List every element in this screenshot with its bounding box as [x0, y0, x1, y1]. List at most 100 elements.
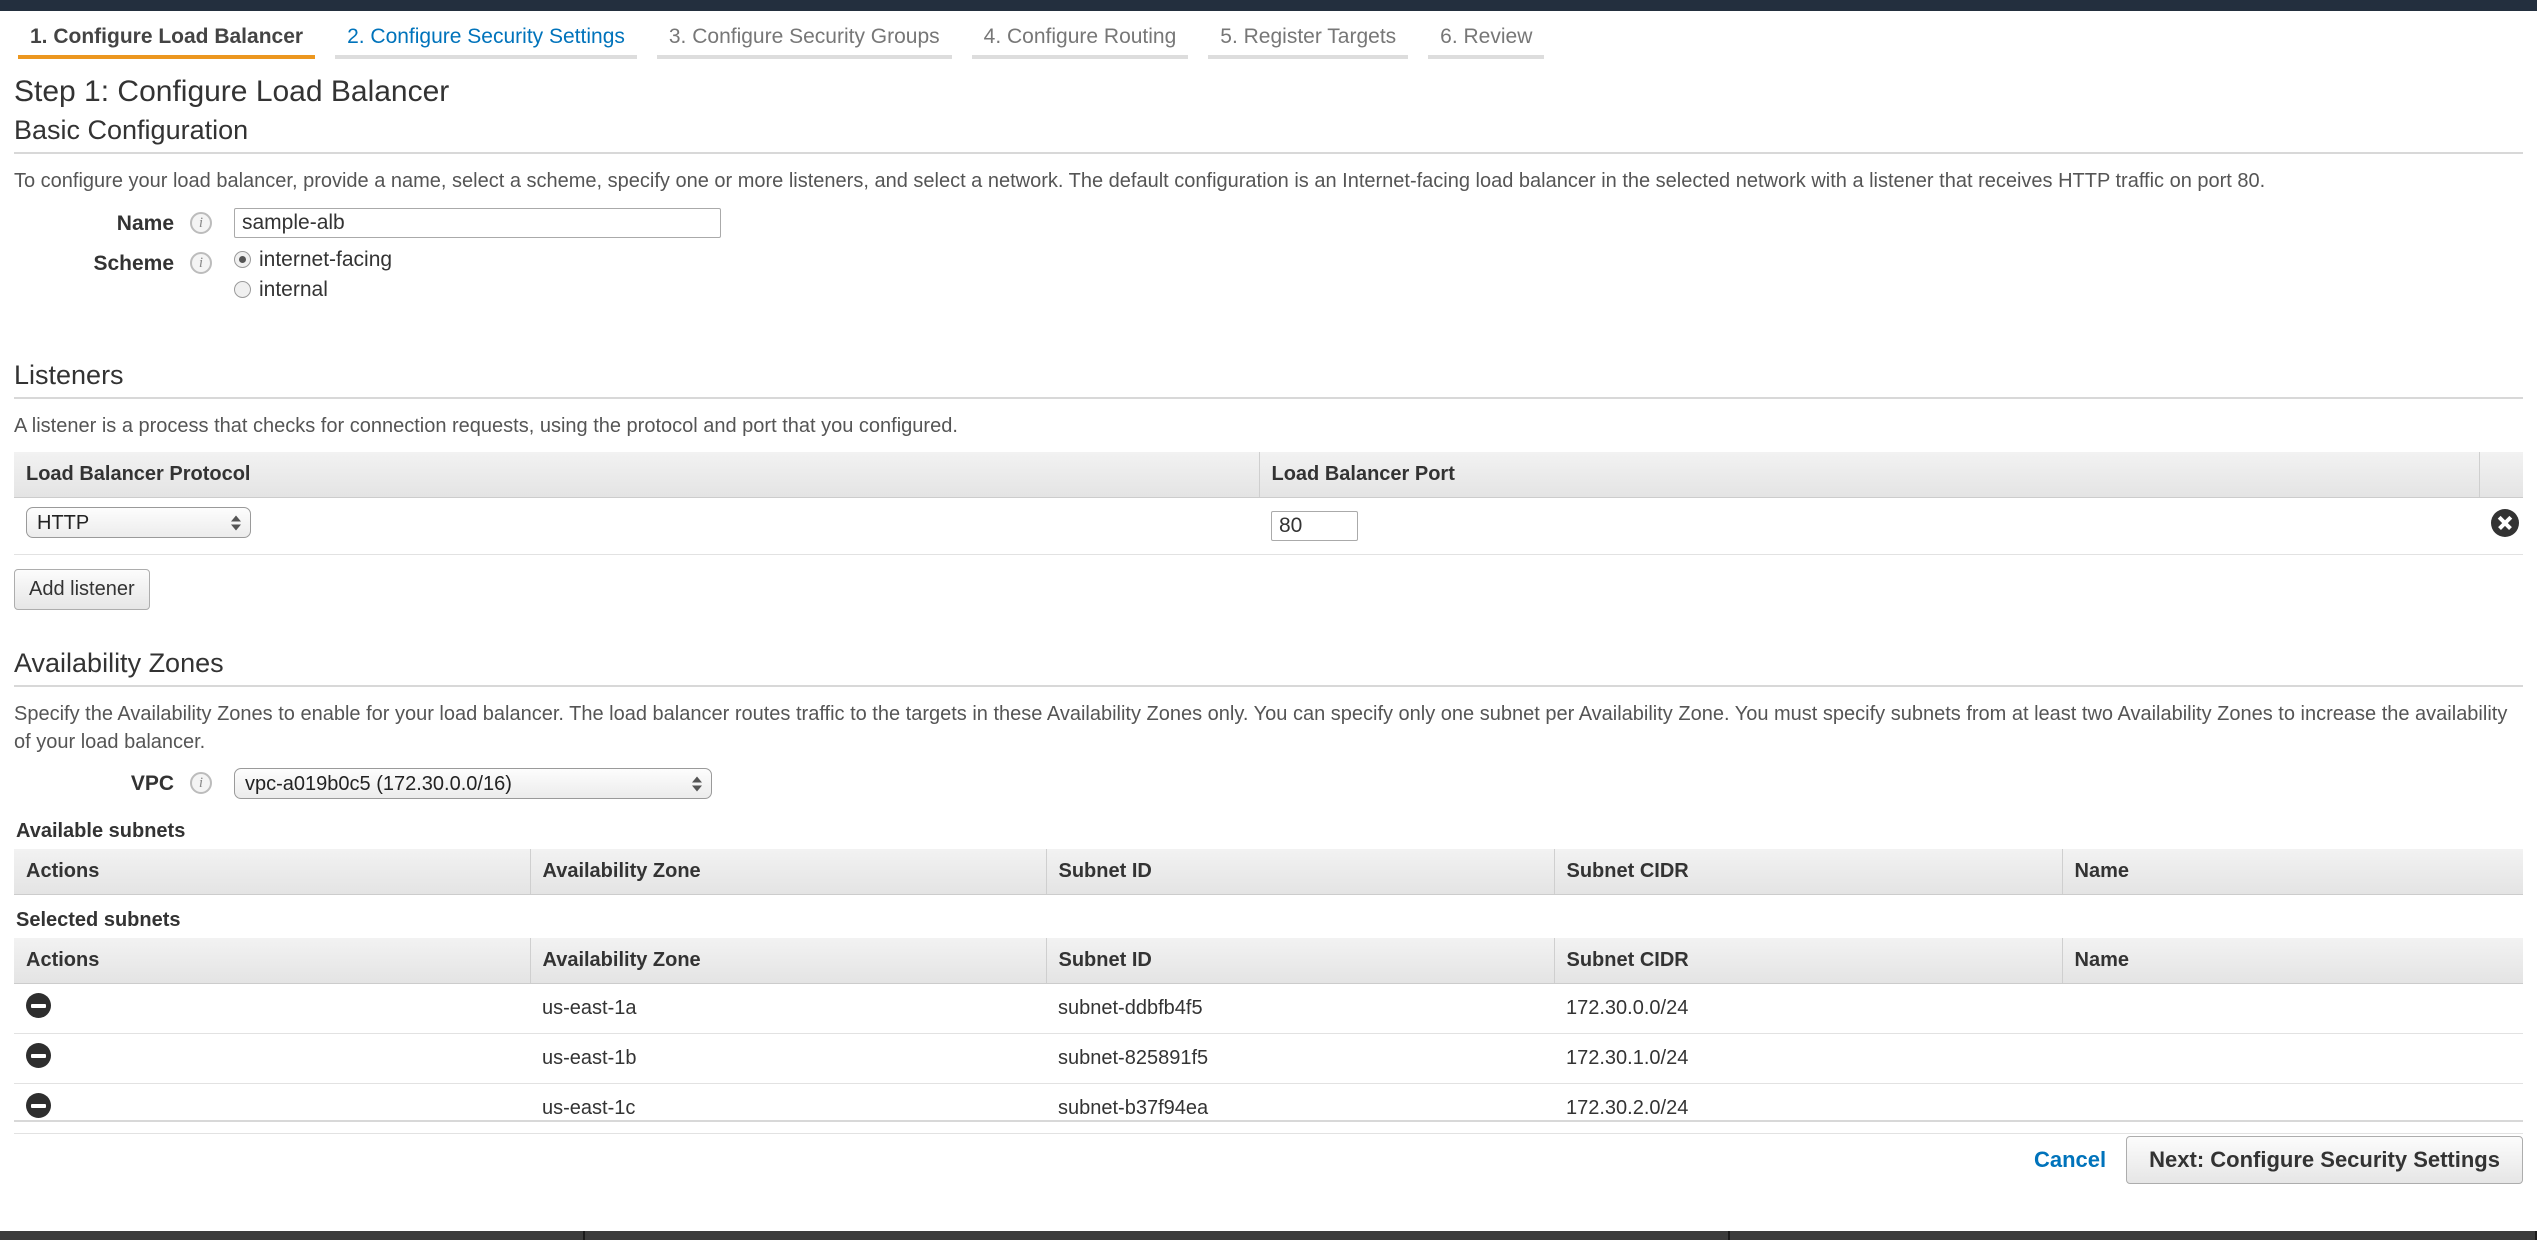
tab-label: 5. Register Targets [1220, 25, 1397, 48]
tab-underline [1208, 55, 1409, 59]
scheme-option-internet-facing[interactable]: internet-facing [234, 248, 392, 272]
scheme-option-internal[interactable]: internal [234, 278, 392, 302]
name-form-row: Name i [14, 207, 2523, 238]
subnet-az-cell: us-east-1a [530, 983, 1046, 1035]
vpc-select-value: vpc-a019b0c5 (172.30.0.0/16) [245, 773, 512, 796]
protocol-select-value: HTTP [37, 512, 90, 535]
subnet-cidr-cell: 172.30.1.0/24 [1554, 1033, 2062, 1085]
column-header-name: Name [2062, 849, 2523, 896]
cancel-button[interactable]: Cancel [2034, 1147, 2106, 1173]
remove-minus-circle-icon[interactable] [26, 1043, 51, 1069]
table-header-row: Actions Availability Zone Subnet ID Subn… [14, 938, 2523, 985]
wizard-footer: Cancel Next: Configure Security Settings [14, 1120, 2523, 1184]
basic-configuration-help: To configure your load balancer, provide… [14, 170, 2266, 192]
column-header-actions: Actions [14, 849, 531, 896]
scheme-radio-group: internet-facing internal [234, 248, 392, 308]
listener-protocol-cell: HTTP [14, 497, 1259, 556]
vpc-select[interactable]: vpc-a019b0c5 (172.30.0.0/16) [234, 768, 712, 800]
bottom-bar-segment [585, 1231, 1730, 1240]
protocol-select[interactable]: HTTP [26, 507, 251, 539]
listeners-heading: Listeners [14, 359, 124, 390]
bottom-bar-segment [0, 1231, 585, 1240]
section-divider [14, 152, 2523, 154]
tab-label: 6. Review [1440, 25, 1533, 48]
column-header-protocol: Load Balancer Protocol [14, 452, 1260, 499]
subnet-actions-cell [14, 1033, 530, 1085]
remove-minus-circle-icon[interactable] [26, 993, 51, 1019]
tab-configure-security-groups[interactable]: 3. Configure Security Groups [647, 21, 962, 59]
tab-underline [971, 55, 1189, 59]
basic-configuration-heading: Basic Configuration [14, 115, 249, 145]
listener-actions-cell [2479, 497, 2523, 556]
column-header-availability-zone: Availability Zone [530, 938, 1047, 985]
scheme-form-row: Scheme i internet-facing internal [14, 248, 2523, 308]
subnet-cidr-cell: 172.30.0.0/24 [1554, 983, 2062, 1035]
tab-label: 1. Configure Load Balancer [30, 25, 304, 48]
column-header-name: Name [2062, 938, 2523, 985]
next-configure-security-settings-button[interactable]: Next: Configure Security Settings [2126, 1136, 2523, 1184]
tab-configure-routing[interactable]: 4. Configure Routing [962, 21, 1199, 59]
column-header-actions [2479, 452, 2523, 499]
available-subnets-label: Available subnets [16, 820, 186, 843]
table-row: us-east-1a subnet-ddbfb4f5 172.30.0.0/24 [14, 983, 2523, 1035]
tab-configure-security-settings[interactable]: 2. Configure Security Settings [325, 21, 647, 59]
wizard-tab-strip: 1. Configure Load Balancer 2. Configure … [0, 11, 2537, 59]
console-bottom-bar [0, 1231, 2537, 1240]
table-row: us-east-1b subnet-825891f5 172.30.1.0/24 [14, 1033, 2523, 1085]
add-listener-button[interactable]: Add listener [14, 569, 150, 611]
listener-port-cell [1259, 497, 2479, 556]
tab-review[interactable]: 6. Review [1418, 21, 1554, 59]
name-input[interactable] [234, 207, 721, 238]
remove-minus-circle-icon[interactable] [26, 1093, 51, 1119]
section-divider [14, 685, 2523, 688]
available-subnets-table: Actions Availability Zone Subnet ID Subn… [14, 849, 2523, 896]
info-icon[interactable]: i [190, 251, 212, 274]
info-icon[interactable]: i [190, 211, 212, 234]
selected-subnets-table-body: us-east-1a subnet-ddbfb4f5 172.30.0.0/24… [14, 983, 2523, 1135]
subnet-name-cell [2062, 1033, 2523, 1085]
availability-zones-help: Specify the Availability Zones to enable… [14, 703, 2508, 753]
tab-underline [335, 55, 637, 59]
chevron-updown-icon [231, 515, 241, 531]
page-title: Step 1: Configure Load Balancer [14, 75, 450, 108]
column-header-subnet-id: Subnet ID [1046, 938, 1555, 985]
info-icon[interactable]: i [190, 772, 212, 795]
subnet-name-cell [2062, 983, 2523, 1035]
radio-label: internet-facing [259, 247, 393, 271]
tab-label: 2. Configure Security Settings [347, 25, 625, 48]
listeners-help: A listener is a process that checks for … [14, 414, 958, 437]
column-header-port: Load Balancer Port [1259, 452, 2480, 499]
port-input[interactable] [1271, 511, 1358, 542]
vpc-form-row: VPC i vpc-a019b0c5 (172.30.0.0/16) [14, 768, 2523, 806]
name-field-area [234, 207, 721, 238]
wizard-content: Step 1: Configure Load Balancer Basic Co… [0, 75, 2537, 1135]
name-label: Name [116, 211, 174, 235]
tab-underline [18, 55, 316, 59]
vpc-label: VPC [130, 772, 174, 796]
selected-subnets-table-head: Actions Availability Zone Subnet ID Subn… [14, 938, 2523, 985]
chevron-updown-icon [692, 776, 702, 792]
table-header-row: Actions Availability Zone Subnet ID Subn… [14, 849, 2523, 896]
column-header-subnet-cidr: Subnet CIDR [1554, 849, 2063, 896]
column-header-subnet-cidr: Subnet CIDR [1554, 938, 2063, 985]
subnet-az-cell: us-east-1b [530, 1033, 1046, 1085]
tab-register-targets[interactable]: 5. Register Targets [1198, 21, 1418, 59]
radio-label: internal [259, 277, 328, 301]
column-header-subnet-id: Subnet ID [1046, 849, 1555, 896]
listeners-table-body: HTTP [14, 497, 2523, 556]
delete-circle-x-icon[interactable] [2491, 509, 2519, 538]
radio-button[interactable] [234, 251, 251, 269]
scheme-label: Scheme [93, 251, 174, 275]
selected-subnets-label: Selected subnets [16, 909, 181, 932]
subnet-id-cell: subnet-ddbfb4f5 [1046, 983, 1554, 1035]
subnet-actions-cell [14, 983, 530, 1035]
availability-zones-heading: Availability Zones [14, 648, 224, 679]
console-top-bar [0, 0, 2537, 11]
tab-configure-load-balancer[interactable]: 1. Configure Load Balancer [8, 21, 325, 59]
column-header-availability-zone: Availability Zone [530, 849, 1047, 896]
radio-button[interactable] [234, 281, 251, 299]
section-divider [14, 396, 2523, 399]
available-subnets-table-head: Actions Availability Zone Subnet ID Subn… [14, 849, 2523, 896]
subnet-id-cell: subnet-825891f5 [1046, 1033, 1554, 1085]
tab-underline [1428, 55, 1545, 59]
